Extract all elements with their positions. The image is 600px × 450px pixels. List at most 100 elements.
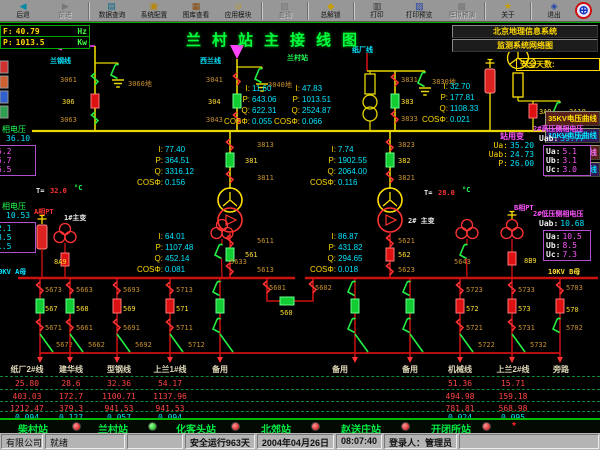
sw-5722-label: 5722: [478, 341, 495, 349]
system-config-button[interactable]: ▣系统配置: [133, 0, 175, 21]
image-library-button[interactable]: ▦图库查看: [175, 0, 217, 21]
feeder-7-bypass-switch[interactable]: [460, 334, 473, 352]
forward-button[interactable]: ▶前进: [44, 0, 86, 21]
feeder-1-breaker[interactable]: [66, 299, 74, 313]
feeder-2-breaker[interactable]: [113, 299, 121, 313]
feeder-0-breaker[interactable]: [36, 299, 44, 313]
breaker-306[interactable]: [91, 94, 99, 108]
feeder-0-bypass-switch[interactable]: [40, 334, 53, 352]
transformer1-label: 1#主变: [64, 213, 86, 222]
sw-5671-label: 5671: [45, 324, 62, 332]
bkr-8a9-label: 8A9: [54, 258, 67, 266]
measurement-t1-lv: I:64.01 P:1107.48 Q:452.14 COSΦ:0.081: [131, 231, 211, 275]
app-window: ◀后退 ▶前进 ▤数据查询 ▣系统配置 ▦图库查看 ☺应用模块 ▧查询 ◆总解锁…: [0, 0, 600, 450]
globe-icon[interactable]: ⊕: [575, 2, 592, 19]
uab-value: 36.10: [6, 134, 36, 143]
bkr-381-label: 381: [245, 157, 258, 165]
feeder-3-breaker[interactable]: [166, 299, 174, 313]
arrester-icon: [38, 216, 47, 225]
sw-5661-label: 5661: [76, 324, 93, 332]
table-column-4: 备用: [198, 359, 242, 418]
left-edge-buttons[interactable]: [0, 61, 8, 118]
breaker-382[interactable]: [386, 153, 394, 167]
image-library-icon: ▦: [192, 2, 201, 12]
feeder-3-bypass-switch[interactable]: [170, 334, 183, 352]
print-preview-icon: ▨: [415, 2, 424, 12]
exit-button[interactable]: ◈退出: [533, 0, 575, 21]
feeder-8-breaker[interactable]: [508, 299, 516, 313]
about-button[interactable]: ★关于: [487, 0, 529, 21]
transformer1-branch: [218, 131, 242, 278]
breaker-383[interactable]: [391, 94, 399, 108]
bkr-573-label: 573: [518, 305, 531, 313]
lancun-status-led: [148, 422, 157, 431]
toolbar-separator: [261, 2, 263, 20]
switch-5633[interactable]: [215, 244, 223, 258]
feeder-4-bypass-switch[interactable]: [220, 334, 233, 352]
breaker-8b9[interactable]: [508, 252, 516, 265]
transformer1-symbol[interactable]: [218, 188, 242, 232]
geo-system-button[interactable]: 北京地理信息系统: [452, 25, 598, 38]
feeder-5-bypass-switch[interactable]: [355, 334, 368, 352]
frequency-value: 40.79: [16, 27, 40, 36]
toolbar-separator: [530, 2, 532, 20]
temp2-value: 28.0: [438, 189, 455, 197]
query-button[interactable]: ▧查询: [264, 0, 306, 21]
ground-switch-3040[interactable]: [255, 68, 263, 82]
sw-5713-label: 5713: [176, 286, 193, 294]
breaker-560[interactable]: [280, 297, 294, 305]
breaker-381[interactable]: [226, 153, 234, 167]
uab-value: 10.53: [6, 211, 36, 220]
bkr-570-label: 570: [566, 306, 579, 314]
pt-b-cluster: [501, 212, 523, 279]
safe-days-cell: 安全运行963天: [185, 434, 255, 449]
power-value: 1013.5: [16, 38, 45, 47]
xilan-line-label: 西兰线: [200, 56, 221, 65]
pt-a-icon: [54, 224, 76, 243]
arrester-icon: [486, 60, 495, 69]
sw-5621-label: 5621: [398, 237, 415, 245]
unlock-all-button[interactable]: ◆总解锁: [310, 0, 352, 21]
table-value: 54.17: [142, 379, 198, 388]
sw-5633-label: 5633: [230, 258, 247, 266]
sw-5602-label: 5602: [315, 284, 332, 292]
arrester-body: [37, 225, 47, 249]
app-module-button[interactable]: ☺应用模块: [217, 0, 259, 21]
sw-5673-label: 5673: [45, 286, 62, 294]
feeder-6-breaker[interactable]: [406, 299, 414, 313]
table-value: 781.81: [436, 404, 484, 413]
exit-icon: ◈: [551, 2, 558, 12]
breaker-562[interactable]: [386, 248, 394, 261]
back-button[interactable]: ◀后退: [2, 0, 44, 21]
temp2-prefix: T=: [424, 189, 432, 197]
network-map-button[interactable]: 监测系统网络图: [452, 39, 598, 52]
data-query-button[interactable]: ▤数据查询: [91, 0, 133, 21]
ground-switch-3060[interactable]: [111, 64, 119, 78]
zhaosongzhuang-status-led: [401, 422, 410, 431]
switch-5643[interactable]: [460, 244, 468, 258]
feeder-4-breaker[interactable]: [216, 299, 224, 313]
table-value: 28.6: [48, 379, 94, 388]
print-button[interactable]: ▥打印: [356, 0, 398, 21]
safe-days-box: 安全天数:: [516, 58, 600, 71]
table-column-0: 纸厂2#线25.80403.031212.470.094: [0, 359, 54, 418]
print-preview-button[interactable]: ▨打印预览: [398, 0, 440, 21]
feeder-8-bypass-switch[interactable]: [512, 334, 525, 352]
measurement-t2-hv: I:7.74 P:1902.55 Q:2064.00 COSΦ:0.116: [304, 144, 384, 188]
feeder-name-label: 旁路: [540, 364, 582, 375]
unlock-icon: ◆: [327, 2, 334, 12]
curve-35kv-voltage-button[interactable]: 35KV电压曲线: [545, 111, 600, 126]
transformer2-symbol[interactable]: [378, 188, 402, 232]
feeder-6-bypass-switch[interactable]: [410, 334, 423, 352]
feeder-7-breaker[interactable]: [456, 299, 464, 313]
feeder-5-breaker[interactable]: [351, 299, 359, 313]
nav-asterisk: *: [512, 421, 516, 432]
feeder-2-bypass-switch[interactable]: [117, 334, 130, 352]
bkr-562-label: 562: [398, 251, 411, 259]
station-transformer-block: 站用变 Ua:35.20 Uab:24.73 P:26.00: [482, 132, 534, 168]
feeder-name-label: 备用: [318, 364, 362, 375]
simulation-button[interactable]: ▩模拟预演: [441, 0, 483, 21]
breaker-3a9[interactable]: [529, 104, 537, 118]
temp1-value: 32.0: [50, 187, 67, 195]
feeder-9-breaker[interactable]: [556, 299, 564, 313]
